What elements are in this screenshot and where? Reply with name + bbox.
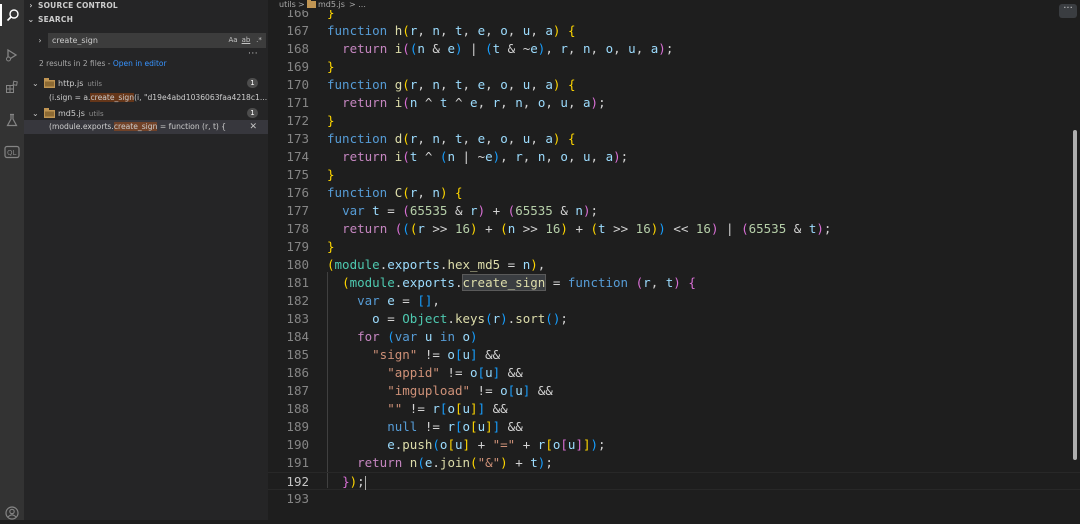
open-in-editor-link[interactable]: Open in editor <box>113 59 167 68</box>
code-line: 173 function d(r, n, t, e, o, u, a) { <box>286 131 576 146</box>
code-line: 188 "" != r[o[u]] && <box>286 401 508 416</box>
match-case-icon[interactable]: Aa <box>227 35 239 46</box>
code-line: 176 function C(r, n) { <box>286 185 463 200</box>
search-box: Aa ab .* <box>48 33 266 48</box>
search-match-line-selected[interactable]: (module.exports.create_sign = function (… <box>24 120 268 134</box>
code-line: 180 (module.exports.hex_md5 = n), <box>286 257 546 272</box>
code-line: 190 e.push(o[u] + "=" + r[o[u]]); <box>286 437 606 452</box>
source-control-title: SOURCE CONTROL <box>38 0 118 10</box>
match-before: (module.exports. <box>49 122 114 131</box>
dismiss-match-close-icon[interactable]: ✕ <box>249 120 257 134</box>
chevron-down-icon: ⌄ <box>32 108 39 118</box>
extensions-icon[interactable] <box>0 76 24 98</box>
code-line: 167 function h(r, n, t, e, o, u, a) { <box>286 23 576 38</box>
code-line: 191 return n(e.join("&") + t); <box>286 455 553 470</box>
search-section-header[interactable]: ⌄ SEARCH <box>24 12 73 26</box>
code-line: 172} <box>286 113 335 128</box>
more-options-icon[interactable]: ··· <box>248 49 258 59</box>
more-actions-button[interactable]: ··· <box>1059 4 1077 18</box>
svg-text:QL: QL <box>7 149 17 157</box>
search-input[interactable] <box>52 34 222 47</box>
file-dir: utils <box>87 79 103 88</box>
code-line: 179} <box>286 239 335 254</box>
code-line: 175} <box>286 167 335 182</box>
breadcrumb-separator: > <box>298 0 305 9</box>
toggle-replace-chevron-icon[interactable]: › <box>34 33 46 48</box>
sql-extension-icon[interactable]: QL <box>0 141 24 163</box>
code-line: 183 o = Object.keys(r).sort(); <box>286 311 568 326</box>
chevron-down-icon: ⌄ <box>27 14 35 24</box>
breadcrumb-folder[interactable]: utils <box>279 0 296 10</box>
breadcrumb-file[interactable]: md5.js <box>318 0 345 10</box>
code-line: 169} <box>286 59 335 74</box>
search-icon[interactable] <box>0 4 24 26</box>
js-file-icon <box>307 0 316 11</box>
match-count-badge: 1 <box>247 78 258 88</box>
code-line: 170 function g(r, n, t, e, o, u, a) { <box>286 77 576 92</box>
match-after: (i, "d19e4abd1036063faa4218c1... <box>134 93 268 102</box>
code-line: 193 <box>286 491 309 506</box>
testing-flask-icon[interactable] <box>0 109 24 131</box>
vertical-scrollbar[interactable] <box>1073 130 1077 460</box>
match-count-badge: 1 <box>247 108 258 118</box>
account-icon[interactable] <box>0 502 24 524</box>
source-control-section-header[interactable]: › SOURCE CONTROL <box>24 0 118 12</box>
search-title: SEARCH <box>38 14 74 24</box>
match-highlight: create_sign <box>90 93 135 102</box>
search-row: › Aa ab .* <box>34 33 266 48</box>
code-line: 171 return i(n ^ t ^ e, r, n, o, u, a); <box>286 95 606 110</box>
code-line: 178 return (((r >> 16) + (n >> 16) + (t … <box>286 221 832 236</box>
code-line: 181 (module.exports.create_sign = functi… <box>286 274 696 291</box>
match-whole-word-icon[interactable]: ab <box>240 35 252 46</box>
file-name: md5.js <box>58 108 85 118</box>
search-sidebar: › SOURCE CONTROL ⌄ SEARCH › Aa ab .* ···… <box>24 0 268 520</box>
match-before: (i.sign = a. <box>49 93 91 102</box>
breadcrumb: utils > md5.js > ... <box>268 0 1080 10</box>
results-summary: 2 results in 2 files - Open in editor <box>39 59 167 68</box>
code-line: 189 null != r[o[u]] && <box>286 419 523 434</box>
text-cursor <box>364 475 366 490</box>
code-line-current: 192 }); <box>268 472 1080 490</box>
match-highlight: create_sign <box>113 122 158 131</box>
code-editor[interactable]: 166} 167 function h(r, n, t, e, o, u, a) … <box>268 0 1080 520</box>
code-line: 177 var t = (65535 & r) + (65535 & n); <box>286 203 599 218</box>
js-file-icon <box>44 78 55 90</box>
activity-bar: QL <box>0 0 24 520</box>
file-name: http.js <box>58 78 84 88</box>
js-file-icon <box>44 108 55 120</box>
results-count-text: 2 results in 2 files - <box>39 59 113 68</box>
code-line: 182 var e = [], <box>286 293 440 308</box>
regex-icon[interactable]: .* <box>253 35 265 46</box>
result-file-http-js[interactable]: ⌄ http.js utils 1 <box>24 76 268 90</box>
code-line: 168 return i((n & e) | (t & ~e), r, n, o… <box>286 41 674 56</box>
chevron-right-icon: › <box>29 0 33 10</box>
file-dir: utils <box>88 109 104 118</box>
code-line: 186 "appid" != o[u] && <box>286 365 523 380</box>
code-lines: 166} 167 function h(r, n, t, e, o, u, a) … <box>268 0 1080 520</box>
breadcrumb-symbol[interactable]: > ... <box>349 0 366 10</box>
run-debug-icon[interactable] <box>0 44 24 66</box>
code-line: 174 return i(t ^ (n | ~e), r, n, o, u, a… <box>286 149 629 164</box>
chevron-down-icon: ⌄ <box>32 78 39 88</box>
code-line: 187 "imgupload" != o[u] && <box>286 383 553 398</box>
search-match-line[interactable]: (i.sign = a.create_sign(i, "d19e4abd1036… <box>24 91 268 105</box>
code-line: 185 "sign" != o[u] && <box>286 347 501 362</box>
result-file-md5-js[interactable]: ⌄ md5.js utils 1 <box>24 106 268 120</box>
code-line: 184 for (var u in o) <box>286 329 478 344</box>
match-after: = function (r, t) { <box>157 122 227 131</box>
